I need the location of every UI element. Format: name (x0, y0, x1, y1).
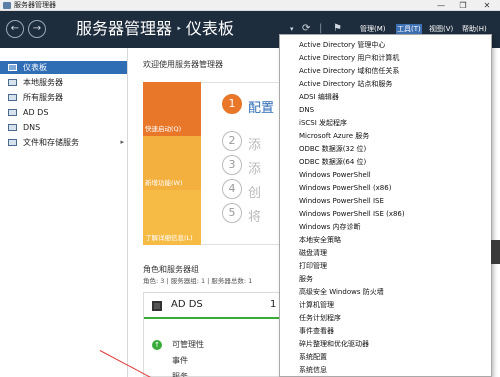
sidebar-item-label: 仪表板 (23, 63, 47, 72)
ad-ds-icon (8, 109, 17, 116)
menu-item[interactable]: Active Directory 用户和计算机 (299, 52, 399, 64)
title-bar: 服务器管理器 — ❐ ✕ (0, 0, 500, 11)
tools-dropdown-menu: Active Directory 管理中心 Active Directory 用… (279, 34, 492, 377)
menu-item[interactable]: 碎片整理和优化驱动器 (299, 338, 369, 350)
menu-item[interactable]: DNS (299, 104, 314, 116)
sidebar-item-label: 所有服务器 (23, 93, 63, 102)
welcome-title: 欢迎使用服务器管理器 (143, 60, 223, 69)
step-number: 5 (222, 203, 242, 223)
menu-item[interactable]: ODBC 数据源(32 位) (299, 143, 366, 155)
step-1[interactable]: 1 配置 (222, 94, 282, 116)
sidebar-item-dns[interactable]: DNS (0, 121, 127, 134)
menu-item[interactable]: Active Directory 域和信任关系 (299, 65, 399, 77)
app-icon (3, 2, 11, 9)
menu-item[interactable]: 服务 (299, 273, 313, 285)
step-3[interactable]: 3 添 (222, 155, 282, 177)
step-4[interactable]: 4 创 (222, 179, 282, 201)
step-text: 配置 (248, 101, 275, 116)
step-number: 4 (222, 179, 242, 199)
tile-label: 了解详细信息(L) (145, 234, 193, 242)
step-number: 3 (222, 155, 242, 175)
expand-arrow-icon[interactable]: ▸ (120, 136, 124, 149)
step-text: 将 (248, 210, 262, 225)
menu-item[interactable]: 打印管理 (299, 260, 327, 272)
role-row-services[interactable]: 服务 (172, 371, 188, 377)
breadcrumb-separator-icon: ‣ (176, 24, 182, 35)
servers-icon (8, 94, 17, 101)
menu-item[interactable]: 任务计划程序 (299, 312, 341, 324)
status-bar (144, 317, 281, 319)
sidebar-item-local-server[interactable]: 本地服务器 (0, 76, 127, 89)
menu-item[interactable]: 本地安全策略 (299, 234, 341, 246)
roles-summary: 角色: 3 | 服务器组: 1 | 服务器总数: 1 (143, 277, 253, 285)
sidebar-item-dashboard[interactable]: 仪表板 (0, 61, 127, 74)
breadcrumb-current: 仪表板 (185, 19, 234, 38)
menu-item[interactable]: 磁盘清理 (299, 247, 327, 259)
role-card-ad-ds[interactable]: AD DS 1 ↑ 可管理性 事件 服务 (143, 292, 281, 377)
tile-learn-more[interactable]: 了解详细信息(L) (143, 190, 201, 245)
role-row-manageability[interactable]: 可管理性 (172, 339, 204, 350)
back-button[interactable]: ← (6, 20, 24, 38)
menu-view[interactable]: 视图(V) (429, 24, 453, 34)
forward-button[interactable]: → (28, 20, 46, 38)
sidebar-item-file-storage[interactable]: 文件和存储服务 ▸ (0, 136, 127, 149)
menu-item[interactable]: Windows PowerShell ISE (299, 195, 384, 207)
minimize-button[interactable]: — (430, 0, 452, 11)
tile-label: 新增功能(W) (145, 179, 183, 187)
storage-icon (8, 139, 17, 146)
menu-item[interactable]: 事件查看器 (299, 325, 334, 337)
menu-item[interactable]: 计算机管理 (299, 299, 334, 311)
sidebar: 仪表板 本地服务器 所有服务器 AD DS DNS 文件和存储服务 ▸ (0, 48, 128, 377)
breadcrumb-root[interactable]: 服务器管理器 (76, 19, 172, 38)
tile-quick-start[interactable]: 快速启动(Q) (143, 82, 201, 136)
tile-whats-new[interactable]: 新增功能(W) (143, 136, 201, 190)
window-title: 服务器管理器 (14, 1, 56, 9)
menu-item[interactable]: 系统配置 (299, 351, 327, 363)
sidebar-item-label: AD DS (23, 108, 49, 117)
sidebar-item-ad-ds[interactable]: AD DS (0, 106, 127, 119)
menu-item[interactable]: Windows PowerShell (299, 169, 371, 181)
sidebar-item-label: DNS (23, 123, 41, 132)
menu-item[interactable]: Windows PowerShell (x86) (299, 182, 391, 194)
menu-item[interactable]: ADSI 编辑器 (299, 91, 339, 103)
menu-help[interactable]: 帮助(H) (462, 24, 487, 34)
server-icon (8, 79, 17, 86)
step-text: 创 (248, 186, 262, 201)
tile-label: 快速启动(Q) (145, 125, 182, 133)
menu-item[interactable]: Active Directory 管理中心 (299, 39, 385, 51)
menu-item[interactable]: Microsoft Azure 服务 (299, 130, 369, 142)
menu-item[interactable]: Active Directory 站点和服务 (299, 78, 392, 90)
breadcrumb: 服务器管理器 ‣ 仪表板 (76, 19, 234, 42)
sidebar-item-label: 本地服务器 (23, 78, 63, 87)
menu-manage[interactable]: 管理(M) (360, 24, 386, 34)
dashboard-icon (8, 64, 17, 71)
role-count: 1 (270, 299, 277, 310)
sidebar-item-label: 文件和存储服务 (23, 138, 79, 147)
menu-item[interactable]: Windows 内存诊断 (299, 221, 360, 233)
step-2[interactable]: 2 添 (222, 131, 282, 153)
ad-ds-role-icon (152, 301, 162, 311)
role-row-events[interactable]: 事件 (172, 355, 188, 366)
step-number: 1 (222, 94, 242, 114)
check-icon: ↑ (152, 340, 162, 350)
step-5[interactable]: 5 将 (222, 203, 282, 225)
close-button[interactable]: ✕ (476, 0, 498, 11)
menu-item[interactable]: 系统信息 (299, 364, 327, 376)
maximize-button[interactable]: ❐ (452, 0, 474, 11)
scrollbar-handle[interactable] (491, 240, 500, 264)
sidebar-item-all-servers[interactable]: 所有服务器 (0, 91, 127, 104)
role-name: AD DS (171, 299, 203, 310)
step-text: 添 (248, 162, 262, 177)
roles-title: 角色和服务器组 (143, 265, 199, 274)
step-number: 2 (222, 131, 242, 151)
menu-item[interactable]: Windows PowerShell ISE (x86) (299, 208, 405, 220)
menu-item[interactable]: iSCSI 发起程序 (299, 117, 347, 129)
menu-item[interactable]: 高级安全 Windows 防火墙 (299, 286, 384, 298)
menu-tools[interactable]: 工具(T) (396, 24, 422, 34)
welcome-tiles: 快速启动(Q) 新增功能(W) 了解详细信息(L) (143, 82, 201, 290)
dns-icon (8, 124, 17, 131)
step-text: 添 (248, 138, 262, 153)
menu-item[interactable]: ODBC 数据源(64 位) (299, 156, 366, 168)
